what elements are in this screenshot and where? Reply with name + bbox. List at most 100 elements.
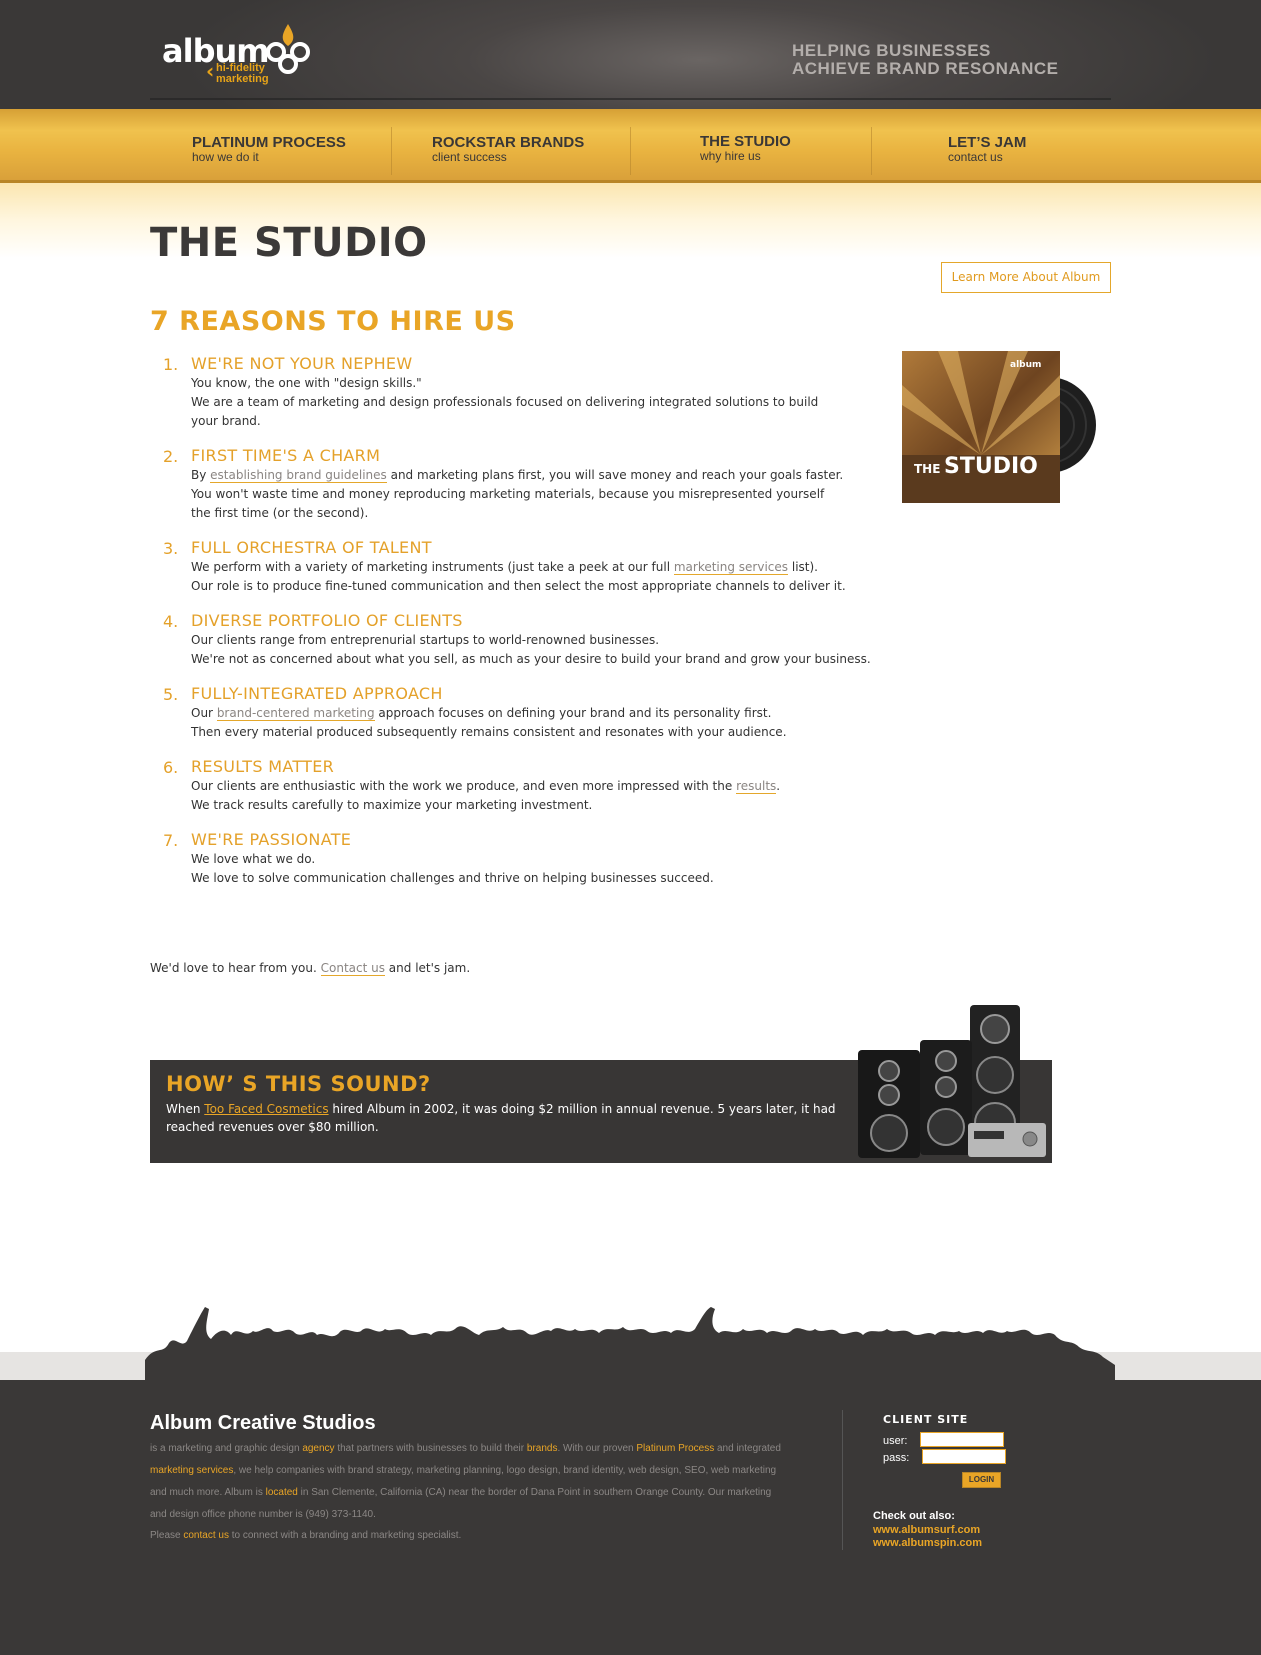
reason-line: Our role is to produce fine-tuned commun… <box>191 579 846 593</box>
nav-title: LET’S JAM <box>948 134 1027 151</box>
contact-cta: We'd love to hear from you. Contact us a… <box>150 961 471 976</box>
nav-title: PLATINUM PROCESS <box>192 134 346 151</box>
text: and marketing plans first, you will save… <box>386 468 844 482</box>
reason-number: 5. <box>163 685 179 704</box>
footer-contact-link[interactable]: contact us <box>183 1530 229 1541</box>
reason-line: You won't waste time and money reproduci… <box>191 487 825 501</box>
nav-subtitle: client success <box>432 150 507 164</box>
brands-link[interactable]: brands <box>527 1443 558 1454</box>
pass-label: pass: <box>883 1452 910 1464</box>
reason-title: WE'RE NOT YOUR NEPHEW <box>191 354 413 373</box>
reason-item: 2. FIRST TIME'S A CHARM By establishing … <box>150 446 930 523</box>
reason-item: 7. WE'RE PASSIONATE We love what we do. … <box>150 830 930 888</box>
reason-body: By establishing brand guidelines and mar… <box>191 466 930 523</box>
reason-line: your brand. <box>191 414 261 428</box>
svg-text:STUDIO: STUDIO <box>944 454 1038 479</box>
contact-us-link[interactable]: Contact us <box>320 961 385 976</box>
agency-link[interactable]: agency <box>302 1443 334 1454</box>
nav-item-the-studio[interactable]: THE STUDIO why hire us <box>700 134 791 163</box>
nav-subtitle: contact us <box>948 150 1003 164</box>
nav-item-rockstar-brands[interactable]: ROCKSTAR BRANDS client success <box>432 135 584 164</box>
footer-marketing-services-link[interactable]: marketing services <box>150 1465 233 1476</box>
text: and integrated <box>714 1443 781 1454</box>
reason-item: 6. RESULTS MATTER Our clients are enthus… <box>150 757 930 815</box>
platinum-process-link[interactable]: Platinum Process <box>636 1443 714 1454</box>
reason-title: FULL ORCHESTRA OF TALENT <box>191 538 432 557</box>
site-header: album ‹ hi-fidelity marketing HELPING BU… <box>0 0 1261 109</box>
nav-item-platinum-process[interactable]: PLATINUM PROCESS how we do it <box>192 135 346 164</box>
nav-divider <box>391 127 392 175</box>
reason-item: 1. WE'RE NOT YOUR NEPHEW You know, the o… <box>150 354 930 431</box>
user-input[interactable] <box>920 1432 1004 1447</box>
reason-title: RESULTS MATTER <box>191 757 335 776</box>
reason-number: 2. <box>163 447 179 466</box>
reasons-heading: 7 REASONS TO HIRE US <box>150 306 516 337</box>
nav-title: ROCKSTAR BRANDS <box>432 134 585 151</box>
reason-title: DIVERSE PORTFOLIO OF CLIENTS <box>191 611 463 630</box>
reason-body: Our clients range from entreprenurial st… <box>191 631 930 669</box>
reason-body: We love what we do. We love to solve com… <box>191 850 930 888</box>
reason-line: the first time (or the second). <box>191 506 369 520</box>
reason-line: Our brand-centered marketing approach fo… <box>191 704 930 723</box>
footer-title: Album Creative Studios <box>150 1412 376 1434</box>
reason-item: 4. DIVERSE PORTFOLIO OF CLIENTS Our clie… <box>150 611 930 669</box>
pass-input[interactable] <box>922 1449 1006 1464</box>
text: approach focuses on defining your brand … <box>374 706 772 720</box>
reason-number: 4. <box>163 612 179 631</box>
nav-divider <box>630 127 631 175</box>
logo-symbol-icon <box>266 24 310 74</box>
text: When <box>166 1102 205 1116</box>
brand-centered-marketing-link[interactable]: brand-centered marketing <box>216 706 375 721</box>
text: By <box>191 468 211 482</box>
text: . <box>776 779 781 793</box>
footer-contact: Please contact us to connect with a bran… <box>150 1530 461 1541</box>
reason-line: You know, the one with "design skills." <box>191 376 422 390</box>
site-footer: Album Creative Studios is a marketing an… <box>0 1380 1261 1655</box>
reason-number: 7. <box>163 831 179 850</box>
learn-more-button[interactable]: Learn More About Album <box>941 262 1111 293</box>
reason-line: We love to solve communication challenge… <box>191 871 714 885</box>
located-link[interactable]: located <box>266 1487 298 1498</box>
text: that partners with businesses to build t… <box>334 1443 527 1454</box>
text: Our <box>191 706 217 720</box>
logo-sub-2: marketing <box>216 73 269 85</box>
reason-body: We perform with a variety of marketing i… <box>191 558 930 596</box>
brand-guidelines-link[interactable]: establishing brand guidelines <box>210 468 387 483</box>
marketing-services-link[interactable]: marketing services <box>673 560 789 575</box>
speakers-image <box>858 1005 1046 1158</box>
logo-chevron-icon: ‹ <box>206 59 215 83</box>
text: . With our proven <box>557 1443 637 1454</box>
tagline-line-1: HELPING BUSINESSES <box>792 41 991 60</box>
nav-title: THE STUDIO <box>700 133 791 150</box>
reason-item: 3. FULL ORCHESTRA OF TALENT We perform w… <box>150 538 930 596</box>
login-button[interactable]: LOGIN <box>962 1472 1001 1488</box>
reason-line: Our clients are enthusiastic with the wo… <box>191 777 930 796</box>
text: is a marketing and graphic design <box>150 1443 303 1454</box>
reason-title: FULLY-INTEGRATED APPROACH <box>191 684 443 703</box>
albumsurf-link[interactable]: www.albumsurf.com <box>873 1524 980 1536</box>
reason-title: WE'RE PASSIONATE <box>191 830 352 849</box>
too-faced-cosmetics-link[interactable]: Too Faced Cosmetics <box>204 1102 328 1116</box>
svg-text:album: album <box>1010 360 1041 370</box>
header-divider <box>150 98 1111 100</box>
nav-item-lets-jam[interactable]: LET’S JAM contact us <box>948 135 1026 164</box>
album-logo[interactable]: album ‹ hi-fidelity marketing <box>158 18 328 88</box>
reason-item: 5. FULLY-INTEGRATED APPROACH Our brand-c… <box>150 684 930 742</box>
reason-body: You know, the one with "design skills." … <box>191 374 930 431</box>
albumspin-link[interactable]: www.albumspin.com <box>873 1537 982 1549</box>
text: and let's jam. <box>384 961 471 975</box>
testimonial-body: When Too Faced Cosmetics hired Album in … <box>166 1100 856 1136</box>
reason-line: By establishing brand guidelines and mar… <box>191 466 930 485</box>
main-nav: PLATINUM PROCESS how we do it ROCKSTAR B… <box>0 109 1261 183</box>
client-site-title: CLIENT SITE <box>883 1413 969 1426</box>
page-title: THE STUDIO <box>150 220 428 266</box>
reason-number: 6. <box>163 758 179 777</box>
results-link[interactable]: results <box>736 779 777 794</box>
reason-body: Our brand-centered marketing approach fo… <box>191 704 930 742</box>
reason-line: Our clients range from entreprenurial st… <box>191 633 660 647</box>
reason-line: We track results carefully to maximize y… <box>191 798 593 812</box>
header-tagline: HELPING BUSINESSES ACHIEVE BRAND RESONAN… <box>792 42 1059 78</box>
tagline-line-2: ACHIEVE BRAND RESONANCE <box>792 59 1059 78</box>
reason-title: FIRST TIME'S A CHARM <box>191 446 381 465</box>
reason-line: We love what we do. <box>191 852 316 866</box>
